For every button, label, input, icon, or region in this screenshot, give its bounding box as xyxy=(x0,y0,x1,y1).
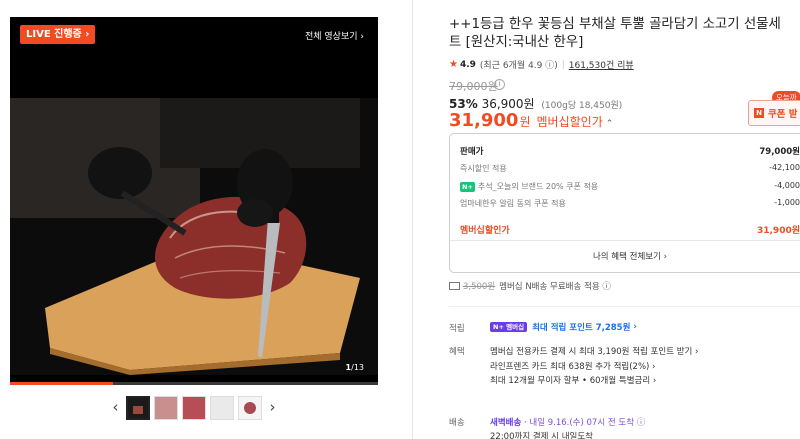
video-progress-fill xyxy=(10,382,114,385)
thumbnail[interactable] xyxy=(210,396,234,420)
naver-n-icon: N xyxy=(754,108,764,118)
benefit-line[interactable]: 최대 12개월 무이자 할부 • 60개월 특별금리 › xyxy=(490,374,656,386)
delivery-label: 배송 xyxy=(449,418,465,428)
breakdown-row: N+ 추석_오늘의 브랜드 20% 쿠폰 적용 -4,000 xyxy=(460,181,800,192)
video-progress-bar[interactable] xyxy=(10,382,378,385)
review-count-link[interactable]: 161,530건 리뷰 xyxy=(569,58,634,71)
butcher-scene-image xyxy=(10,98,378,375)
original-price: 79,000원 xyxy=(449,80,498,93)
product-title: ++1등급 한우 꽃등심 부채살 투뿔 골라담기 소고기 선물세트 [원산지:국… xyxy=(449,17,781,50)
watch-all-videos-link[interactable]: 전체 영상보기 › xyxy=(305,29,364,42)
thumbnail[interactable] xyxy=(238,396,262,420)
section-divider xyxy=(449,306,800,307)
truck-icon xyxy=(449,282,460,290)
delivery-cutoff: 22:00까지 결제 시 내일도착 xyxy=(490,432,593,439)
breakdown-divider xyxy=(450,240,800,241)
nplus-membership-badge-icon: N+ 멤버십 xyxy=(490,322,528,332)
dawn-delivery-badge: 새벽배송 xyxy=(490,418,522,428)
breakdown-total: 멤버십할인가 31,900원 xyxy=(460,226,800,236)
rating-row: ★ 4.9 (최근 6개월 4.9 ⓘ) | 161,530건 리뷰 xyxy=(449,58,634,71)
breakdown-row: 즉시할인 적용 -42,100 xyxy=(460,163,800,173)
product-video[interactable]: LIVE 진행중 › 전체 영상보기 › 1/13 xyxy=(10,17,378,385)
nplus-badge-icon: N+ xyxy=(460,181,475,192)
benefit-line[interactable]: 멤버십 전용카드 결제 시 최대 3,190원 적립 포인트 받기 › xyxy=(490,345,698,357)
thumbnail[interactable] xyxy=(126,396,150,420)
info-icon[interactable]: ⓘ xyxy=(600,280,611,292)
thumbnail-strip: ‹ › xyxy=(107,395,281,421)
price-breakdown-panel: 판매가 79,000원 즉시할인 적용 -42,100 N+ 추석_오늘의 브랜드 2… xyxy=(449,133,800,273)
breakdown-row: 판매가 79,000원 xyxy=(460,147,800,157)
star-icon: ★ xyxy=(449,59,458,70)
coupon-button[interactable]: N 쿠폰 받 xyxy=(748,100,800,126)
points-label: 적립 xyxy=(449,324,465,334)
old-shipping-fee: 3,500원 xyxy=(463,282,496,292)
all-benefits-link[interactable]: 나의 혜택 전체보기 › xyxy=(450,250,800,262)
delivery-eta: 내일 9.16.(수) 07시 전 도착 xyxy=(529,418,635,428)
discount-percent: 53% xyxy=(449,97,478,111)
benefits-label: 혜택 xyxy=(449,347,465,357)
chevron-left-icon[interactable]: ‹ xyxy=(107,395,124,421)
rating-recent: (최근 6개월 4.9 ⓘ) xyxy=(479,61,558,71)
member-price-label: 멤버십할인가 xyxy=(536,115,603,129)
column-divider xyxy=(412,0,413,439)
shipping-row: 3,500원 멤버십 N배송 무료배송 적용 ⓘ xyxy=(449,280,611,292)
thumbnail[interactable] xyxy=(154,396,178,420)
chevron-up-icon[interactable]: ⌃ xyxy=(606,119,614,129)
slide-counter: 1/13 xyxy=(345,363,364,372)
chevron-right-icon[interactable]: › xyxy=(264,395,281,421)
live-badge[interactable]: LIVE 진행중 › xyxy=(20,25,96,44)
breakdown-row: 엄마네한우 알림 동의 쿠폰 적용 -1,000 xyxy=(460,198,800,208)
points-link[interactable]: N+ 멤버십 최대 적립 포인트 7,285원 › xyxy=(490,321,637,333)
member-price-line[interactable]: 31,900 원 멤버십할인가 ⌃ xyxy=(449,110,613,131)
discount-price: 36,900원 xyxy=(481,97,535,111)
info-icon[interactable]: i xyxy=(494,79,505,90)
rating-score: 4.9 xyxy=(459,59,476,70)
thumbnail[interactable] xyxy=(182,396,206,420)
delivery-info[interactable]: 새벽배송 · 내일 9.16.(수) 07시 전 도착 ⓘ xyxy=(490,416,645,428)
benefit-line[interactable]: 라인프렌즈 카드 최대 638원 추가 적립(2%) › xyxy=(490,360,655,372)
member-price: 31,900 xyxy=(449,110,519,131)
shipping-text: 멤버십 N배송 무료배송 적용 xyxy=(499,282,600,292)
